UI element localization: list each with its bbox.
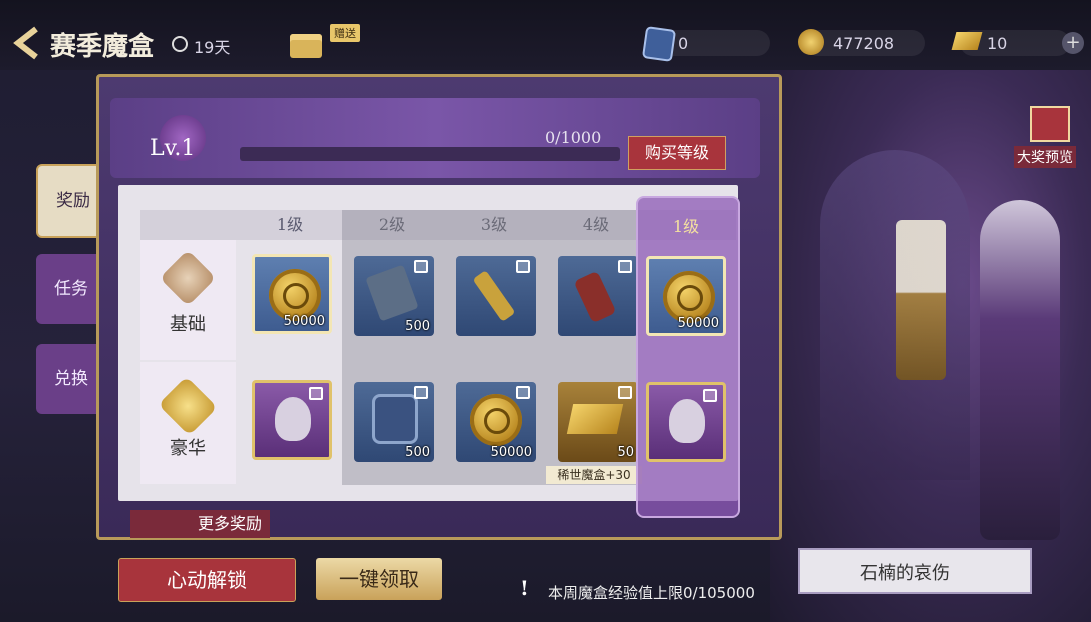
shard-count: 0 [678, 34, 689, 53]
lock-icon [516, 386, 530, 399]
reward-slot[interactable] [252, 380, 332, 460]
more-rewards-button[interactable]: 更多奖励 [130, 510, 270, 538]
season-timer: 19天 [194, 38, 231, 57]
flashlight-icon [472, 270, 516, 322]
reward-slot[interactable]: 500 [354, 382, 434, 462]
candelabra-icon [896, 220, 946, 380]
column-header: 4级 [582, 215, 610, 234]
gift-box-icon [1030, 106, 1070, 142]
unlock-button[interactable]: 心动解锁 [118, 558, 296, 602]
back-button[interactable] [12, 26, 42, 60]
page-title: 赛季魔盒 [50, 32, 155, 62]
reward-slot[interactable] [456, 256, 536, 336]
info-icon: ! [520, 576, 529, 600]
grand-prize-preview-button[interactable]: 大奖预览 [1012, 100, 1086, 174]
gift-button[interactable] [288, 26, 328, 60]
reward-slot[interactable]: 50000 [252, 254, 332, 334]
buy-level-button[interactable]: 购买等级 [628, 136, 726, 170]
coin-icon [470, 394, 522, 446]
character-portrait-icon [275, 397, 311, 441]
column-header: 1级 [276, 215, 304, 234]
column-header: 2级 [378, 215, 406, 234]
gold-bar-icon [566, 404, 624, 434]
character-figure [980, 200, 1060, 540]
gift-label: 赠送 [330, 24, 360, 42]
character-portrait-icon [669, 399, 705, 443]
row-label-basic: 基础 [170, 314, 206, 335]
gift-box-icon [290, 34, 322, 58]
gold-bar-icon [951, 32, 983, 50]
lock-icon [414, 386, 428, 399]
reward-slot[interactable]: 50000 [646, 256, 726, 336]
character-name: 石楠的哀伤 [860, 563, 950, 584]
current-level-header: 1级 [672, 217, 700, 236]
level-progress-bar [240, 147, 620, 161]
extra-reward-tag: 稀世魔盒+30 [546, 466, 642, 484]
lock-icon [618, 386, 632, 399]
reward-slot[interactable]: 500 [354, 256, 434, 336]
lock-icon [618, 260, 632, 273]
column-header: 3级 [480, 215, 508, 234]
lock-icon [516, 260, 530, 273]
lock-icon [414, 260, 428, 273]
reward-slot[interactable] [558, 256, 638, 336]
plus-icon: + [1065, 32, 1081, 53]
level-progress-text: 0/1000 [545, 128, 602, 147]
reward-slot[interactable] [646, 382, 726, 462]
gold-count: 10 [987, 34, 1008, 53]
reward-slot[interactable]: 50000 [456, 382, 536, 462]
map-fragment-icon [365, 264, 419, 322]
reward-slot[interactable]: 50 [558, 382, 638, 462]
add-currency-button[interactable]: + [1062, 32, 1084, 54]
claim-all-button[interactable]: 一键领取 [316, 558, 442, 600]
shard-icon [641, 26, 677, 62]
level-label: Lv.1 [150, 136, 196, 161]
shard-icon [372, 394, 418, 444]
clock-icon [172, 36, 188, 52]
weekly-exp-cap: 本周魔盒经验值上限0/105000 [548, 584, 755, 602]
top-bar [0, 0, 1091, 70]
window-backdrop [820, 150, 970, 480]
lock-icon [703, 389, 717, 402]
current-level-column [636, 196, 740, 518]
row-label-deluxe: 豪华 [170, 438, 206, 459]
lock-icon [309, 387, 323, 400]
coin-icon [798, 29, 824, 55]
coin-count: 477208 [833, 34, 895, 53]
spray-can-icon [573, 270, 617, 324]
back-arrow-icon [13, 26, 38, 60]
